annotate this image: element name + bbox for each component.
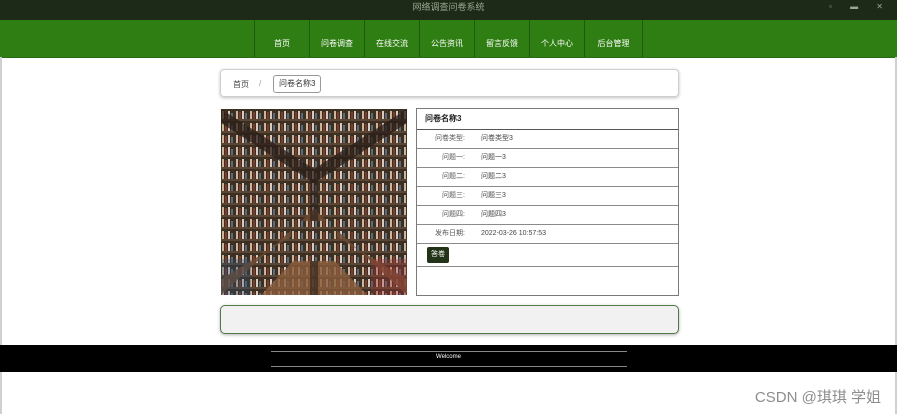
- main-nav: 首页 问卷调查 在线交流 公告资讯 留言反馈 个人中心 后台管理: [0, 20, 897, 58]
- breadcrumb-separator: /: [259, 79, 262, 88]
- detail-row-q4: 问题四: 问题四3: [417, 206, 678, 225]
- detail-row-type: 问卷类型: 问卷类型3: [417, 130, 678, 149]
- nav-item-forum[interactable]: 在线交流: [364, 20, 419, 57]
- nav-item-news[interactable]: 公告资讯: [419, 20, 474, 57]
- detail-label: 问题四:: [442, 211, 465, 218]
- breadcrumb: 首页 / 问卷名称3: [220, 69, 679, 97]
- survey-cover-image: [221, 109, 407, 295]
- window-title: 网络调查问卷系统: [412, 2, 485, 12]
- detail-actions: 答卷: [417, 244, 678, 267]
- footer-text: Welcome: [436, 354, 461, 360]
- detail-row-q3: 问题三: 问题三3: [417, 187, 678, 206]
- nav-item-feedback[interactable]: 留言反馈: [474, 20, 529, 57]
- detail-value: 问题四3: [481, 211, 506, 218]
- detail-value: 2022-03-26 10:57:53: [481, 230, 546, 237]
- nav-item-admin[interactable]: 后台管理: [584, 20, 643, 57]
- detail-label: 问题二:: [442, 173, 465, 180]
- window-titlebar: 网络调查问卷系统 ▫ ▬ ✕: [0, 0, 897, 20]
- nav-item-home[interactable]: 首页: [254, 20, 309, 57]
- detail-value: 问卷类型3: [481, 135, 513, 142]
- detail-value: 问题一3: [481, 154, 506, 161]
- footer-divider: [271, 366, 627, 367]
- nav-item-survey[interactable]: 问卷调查: [309, 20, 364, 57]
- detail-label: 问题一:: [442, 154, 465, 161]
- detail-value: 问题三3: [481, 192, 506, 199]
- detail-value: 问题二3: [481, 173, 506, 180]
- footer: Welcome: [0, 345, 897, 372]
- detail-label: 发布日期:: [435, 230, 465, 237]
- watermark: CSDN @琪琪 学姐: [754, 389, 881, 406]
- breadcrumb-current: 问卷名称3: [273, 75, 322, 93]
- nav-item-profile[interactable]: 个人中心: [529, 20, 584, 57]
- detail-label: 问题三:: [442, 192, 465, 199]
- breadcrumb-home[interactable]: 首页: [233, 79, 249, 90]
- answer-button[interactable]: 答卷: [427, 247, 449, 263]
- bookstore-image: [221, 109, 407, 295]
- footer-divider: [271, 351, 627, 352]
- comment-area[interactable]: [220, 305, 679, 334]
- detail-label: 问卷类型:: [435, 135, 465, 142]
- survey-title: 问卷名称3: [417, 109, 678, 130]
- detail-row-q2: 问题二: 问题二3: [417, 168, 678, 187]
- detail-row-q1: 问题一: 问题一3: [417, 149, 678, 168]
- window-controls[interactable]: ▫ ▬ ✕: [829, 0, 891, 14]
- survey-detail-panel: 问卷名称3 问卷类型: 问卷类型3 问题一: 问题一3 问题二: 问题二3 问题…: [416, 108, 679, 296]
- detail-row-date: 发布日期: 2022-03-26 10:57:53: [417, 225, 678, 244]
